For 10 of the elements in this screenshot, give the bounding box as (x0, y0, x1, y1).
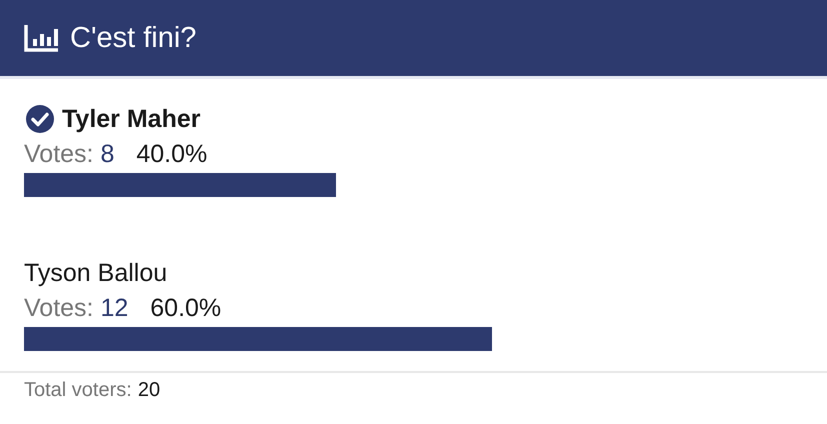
vote-percent: 60.0% (150, 294, 222, 322)
vote-count: Votes: 12 (24, 294, 128, 322)
option-name: Tyson Ballou (24, 258, 168, 288)
total-voters-label: Total voters: (24, 379, 132, 402)
bar-chart-icon (24, 23, 60, 53)
vote-count: Votes: 8 (24, 140, 114, 168)
poll-title: C'est fini? (70, 22, 196, 54)
total-voters-count: 20 (138, 379, 160, 402)
option-name: Tyler Maher (62, 104, 200, 134)
vote-percent: 40.0% (136, 140, 208, 168)
